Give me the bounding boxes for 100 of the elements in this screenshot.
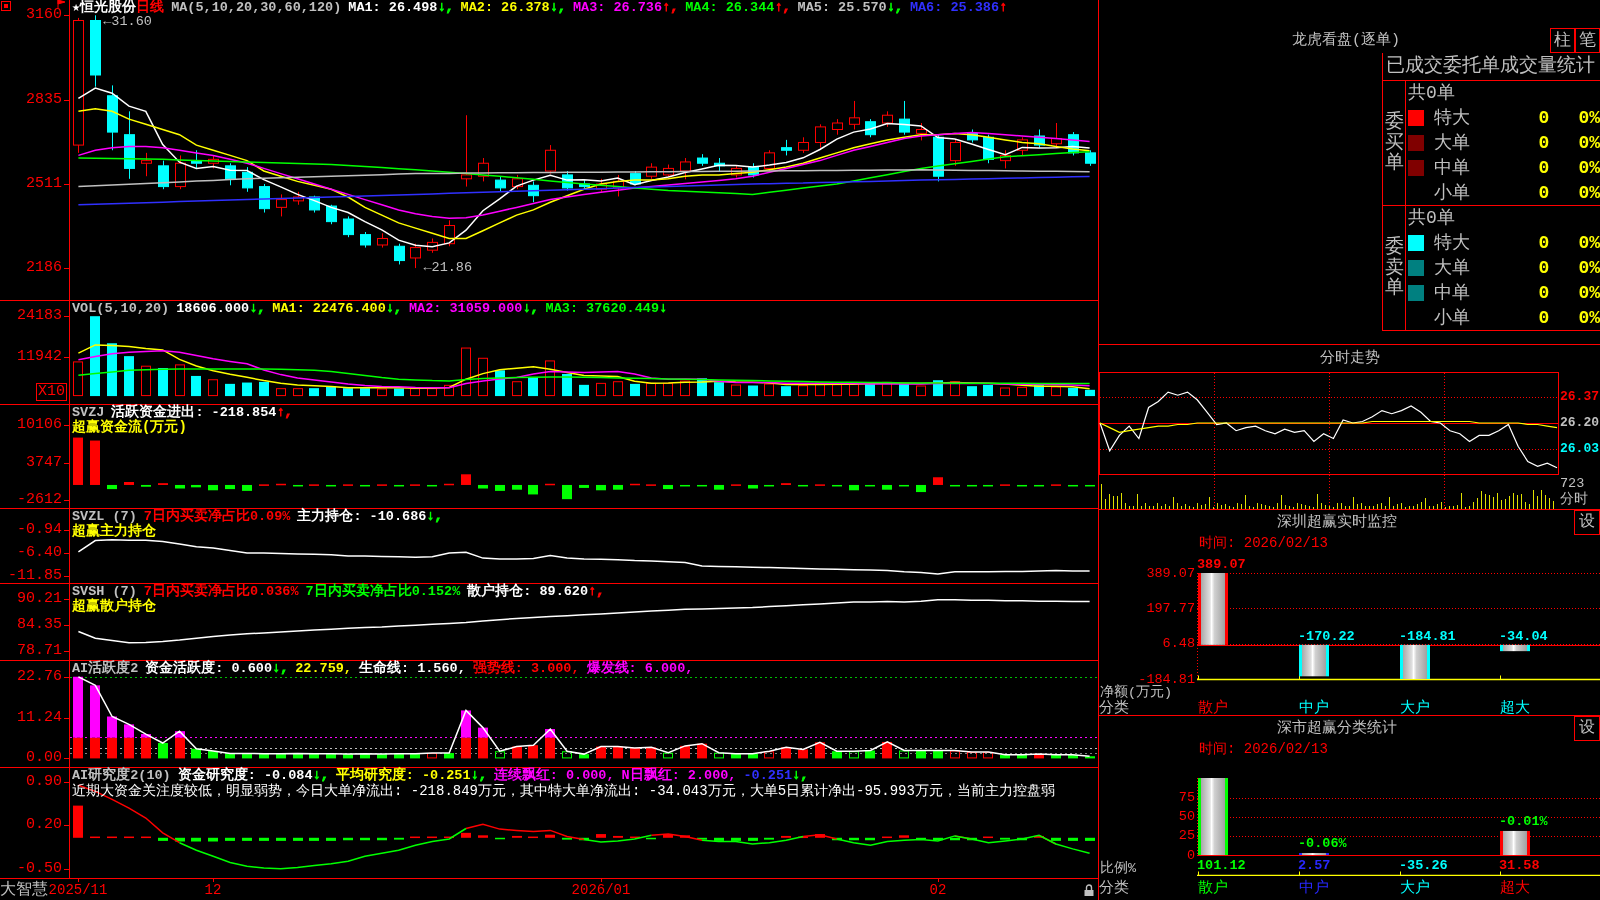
chart-bar (865, 382, 875, 397)
chart-bar (326, 386, 336, 397)
chart-bar (916, 750, 926, 759)
legend-text: SVSH (7) (72, 584, 137, 599)
chart-bar (630, 748, 640, 759)
category-label: 中户 (1297, 879, 1329, 897)
order-total: 共0单 (1408, 208, 1455, 228)
candle (259, 183, 270, 214)
legend-text: MA2: 31059.000 (408, 301, 523, 316)
chart-bar (377, 837, 387, 841)
chart-bar (309, 388, 319, 397)
chart-bar (714, 752, 724, 759)
axis-label: 26.37 (1560, 389, 1599, 404)
chart-bar (663, 382, 673, 397)
settings-button[interactable]: 设 (1574, 510, 1600, 535)
chart-bar (967, 484, 977, 487)
view-button[interactable]: 柱 (1550, 28, 1575, 53)
chart-bar (444, 836, 454, 839)
axis-label: 26.20 (1560, 416, 1599, 430)
chart-bar (950, 484, 960, 487)
candle (175, 154, 186, 190)
candle (764, 149, 775, 172)
chart-bar (1299, 644, 1329, 677)
candle (849, 100, 860, 130)
chart-bar (579, 384, 589, 397)
legend-text: 资金研究度: -0.084 (177, 768, 313, 783)
change-label: -0.06% (1298, 836, 1347, 852)
legend-text: VOL(5,10,20) (72, 301, 170, 316)
chart-bar (276, 483, 286, 486)
chart-bar (630, 383, 640, 397)
candle (512, 174, 523, 190)
chart-bar (697, 743, 707, 759)
axis-title: 净额(万元) (1099, 684, 1173, 700)
value-label: -170.22 (1298, 628, 1355, 644)
axis-label: 3160 (26, 8, 62, 23)
axis-label: 0.00 (26, 751, 62, 766)
candle (309, 195, 320, 214)
legend-text: 18606.000 (176, 301, 250, 316)
order-count: 0 (1538, 107, 1550, 128)
view-button[interactable]: 笔 (1575, 28, 1600, 53)
chart-bar (663, 834, 673, 838)
volume-label: 723 (1559, 476, 1585, 491)
axis-label: 2186 (26, 261, 62, 276)
axis-label: 2835 (26, 92, 62, 107)
candle (141, 152, 152, 177)
chart-bar (410, 388, 420, 397)
candle (832, 118, 843, 136)
chart-bar (579, 837, 589, 841)
chart-bar (1000, 387, 1010, 397)
chart-bar (1034, 385, 1044, 397)
chart-bar (849, 751, 859, 759)
chart-bar (815, 834, 825, 838)
candle (208, 154, 219, 169)
trend-arrow: ↑, (774, 0, 791, 15)
candle (427, 238, 438, 254)
axis-label: -0.94 (17, 523, 62, 538)
legend-text: MA3: 37620.449 (545, 301, 659, 316)
indicator-subtitle: 超赢资金流(万元) (72, 419, 187, 435)
trend-arrow: ↓, (886, 0, 903, 15)
chart-bar (613, 835, 623, 838)
legend-text: MA3: 26.736 (572, 0, 663, 15)
trend-arrow: ↓, (522, 301, 539, 316)
chart-bar (293, 484, 303, 487)
chart-bar (90, 836, 100, 839)
chart-bar (1085, 756, 1095, 759)
axis-label: 78.71 (17, 643, 62, 658)
chart-bar (748, 753, 758, 759)
settings-button[interactable]: 设 (1574, 716, 1600, 741)
chart-bar (158, 368, 168, 397)
side-label: 委卖单 (1384, 236, 1404, 300)
chart-bar (326, 753, 336, 759)
candle (680, 157, 691, 180)
axis-label: 3747 (26, 455, 62, 470)
chart-bar (175, 484, 185, 489)
chart-bar (731, 384, 741, 397)
chart-bar (714, 484, 724, 490)
chart-bar (259, 837, 269, 841)
chart-bar (781, 747, 791, 759)
axis-label: -2612 (17, 493, 62, 508)
chart-bar (933, 750, 943, 759)
trend-arrow: ↑, (662, 0, 679, 15)
chart-bar (461, 832, 471, 838)
chart-bar (815, 382, 825, 397)
candle (410, 243, 421, 269)
chart-bar (427, 753, 437, 759)
axis-label: 84.35 (17, 618, 62, 633)
order-label: 大单 (1434, 132, 1470, 153)
chart-bar (832, 751, 842, 759)
chart-bar (461, 710, 471, 738)
trend-arrow: ↑, (276, 405, 293, 420)
chart-bar (714, 837, 724, 841)
chart-bar (360, 837, 370, 841)
chart-caption: 分时 (1559, 492, 1588, 508)
axis-label: 75 (1178, 791, 1195, 805)
chart-bar (276, 388, 286, 397)
date-label: 02 (929, 882, 947, 898)
chart-bar (107, 716, 117, 738)
value-label: -184.81 (1399, 628, 1456, 644)
chart-bar (1051, 837, 1061, 841)
square-icon (1, 1, 11, 11)
